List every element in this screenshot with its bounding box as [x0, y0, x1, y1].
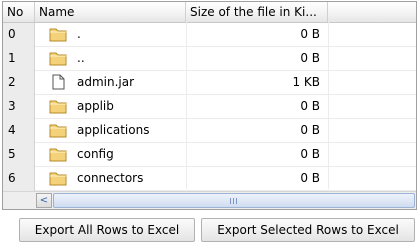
export-all-rows-button[interactable]: Export All Rows to Excel: [19, 218, 195, 242]
file-size: 0 B: [300, 123, 320, 137]
file-size: 0 B: [300, 27, 320, 41]
file-grid: No Name Size of the file in Ki... 0.0 B1…: [2, 1, 417, 210]
file-name: applib: [77, 99, 114, 113]
column-header-size[interactable]: Size of the file in Ki...: [186, 2, 328, 22]
table-row[interactable]: 5 config 0 B: [3, 143, 416, 167]
column-header-no[interactable]: No: [3, 2, 35, 22]
file-size: 1 KB: [292, 75, 320, 89]
scroll-thumb[interactable]: [53, 193, 415, 208]
file-name: .: [77, 27, 81, 41]
column-header-name[interactable]: Name: [35, 2, 186, 22]
export-selected-rows-button[interactable]: Export Selected Rows to Excel: [201, 218, 415, 242]
table-row[interactable]: 1.. 0 B: [3, 47, 416, 71]
column-header-empty: [328, 2, 416, 22]
grid-header: No Name Size of the file in Ki...: [3, 2, 416, 23]
row-number: 3: [3, 95, 35, 119]
file-size: 0 B: [300, 171, 320, 185]
folder-icon: [49, 98, 67, 114]
file-name: applications: [77, 123, 150, 137]
table-row[interactable]: 6 connectors 0 B: [3, 167, 416, 191]
scroll-left-arrow-icon[interactable]: <: [36, 193, 52, 208]
folder-icon: [49, 50, 67, 66]
grip-icon: [230, 198, 238, 204]
file-name: config: [77, 147, 114, 161]
folder-icon: [49, 170, 67, 186]
row-number: 6: [3, 167, 35, 191]
table-row[interactable]: 4 applications 0 B: [3, 119, 416, 143]
file-name: ..: [77, 51, 85, 65]
horizontal-scrollbar[interactable]: <: [3, 191, 416, 209]
folder-icon: [49, 122, 67, 138]
table-row[interactable]: 0. 0 B: [3, 23, 416, 47]
row-number: 5: [3, 143, 35, 167]
file-icon: [49, 74, 67, 90]
row-number: 2: [3, 71, 35, 95]
row-number: 4: [3, 119, 35, 143]
row-number: 0: [3, 23, 35, 47]
table-row[interactable]: 3 applib 0 B: [3, 95, 416, 119]
table-row[interactable]: 2 admin.jar 1 KB: [3, 71, 416, 95]
file-size: 0 B: [300, 147, 320, 161]
file-name: connectors: [77, 171, 144, 185]
row-number: 1: [3, 47, 35, 71]
file-name: admin.jar: [77, 75, 135, 89]
folder-icon: [49, 146, 67, 162]
folder-icon: [49, 26, 67, 42]
file-size: 0 B: [300, 99, 320, 113]
file-size: 0 B: [300, 51, 320, 65]
